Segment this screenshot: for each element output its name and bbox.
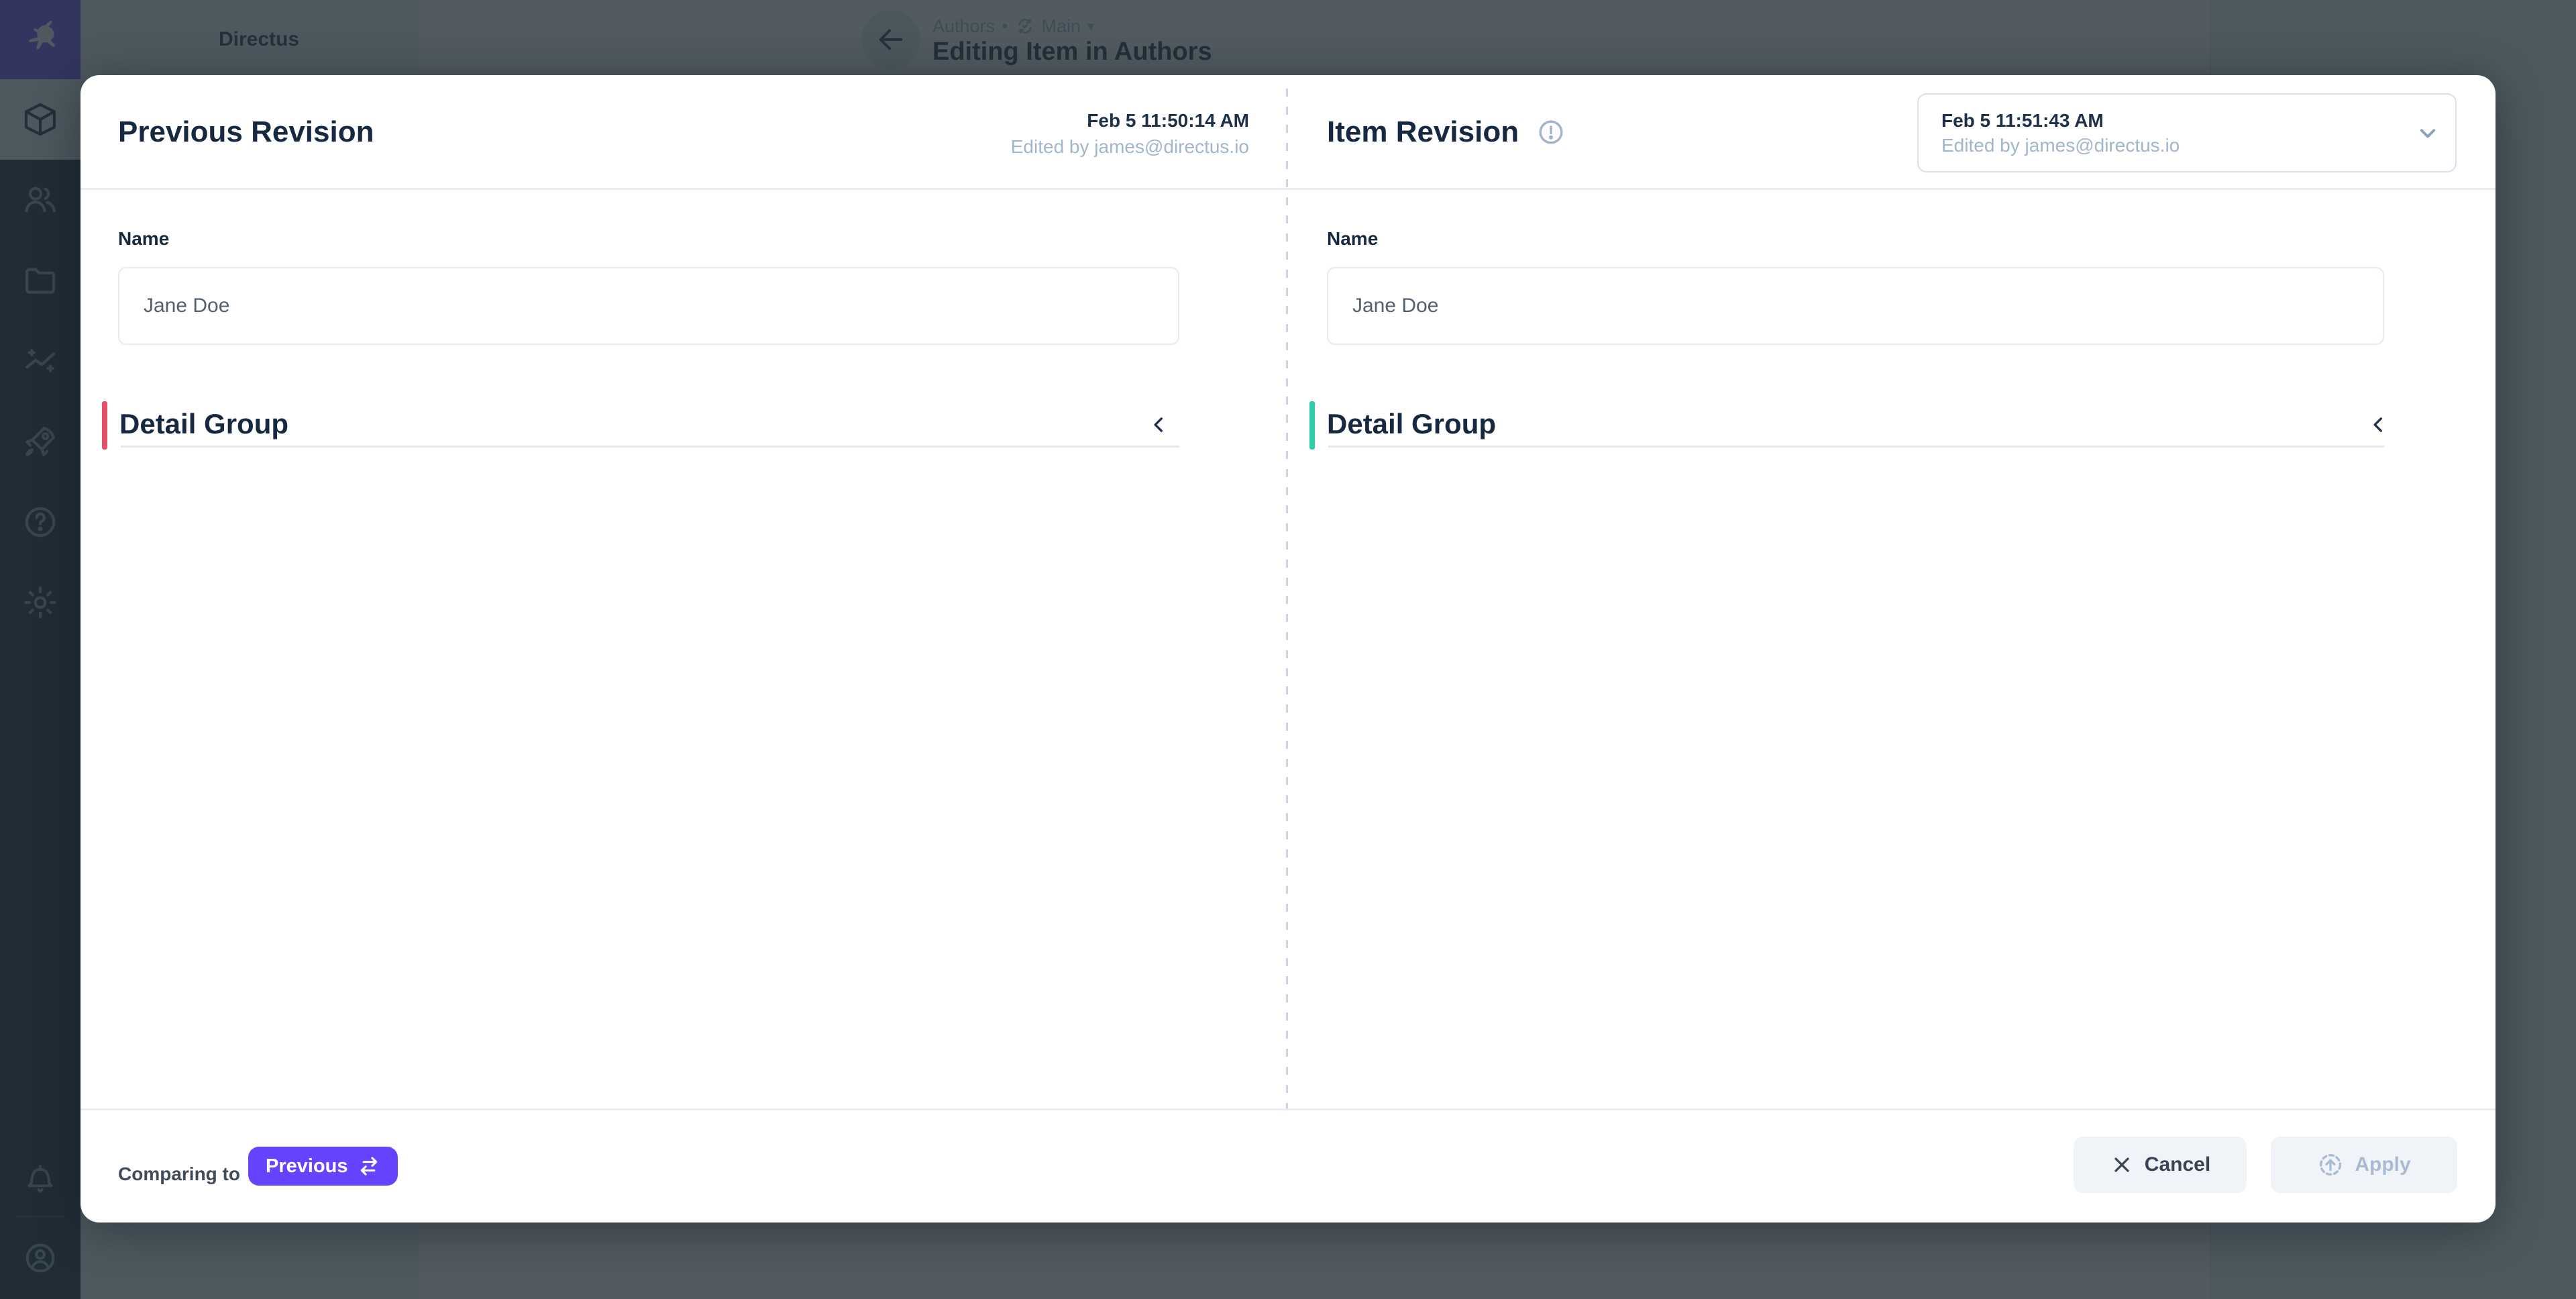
revision-select-edited-by: Edited by james@directus.io	[1941, 134, 2455, 158]
group-divider	[121, 446, 1179, 448]
name-field-label: Name	[118, 228, 169, 250]
group-accent-bar	[102, 401, 107, 450]
name-field-value: Jane Doe	[144, 295, 229, 317]
name-field-label: Name	[1327, 228, 1378, 250]
previous-revision-meta: Feb 5 11:50:14 AM Edited by james@direct…	[684, 107, 1249, 160]
previous-revision-timestamp: Feb 5 11:50:14 AM	[684, 107, 1249, 134]
revision-select[interactable]: Feb 5 11:51:43 AM Edited by james@direct…	[1917, 93, 2457, 172]
previous-revision-title: Previous Revision	[118, 115, 374, 149]
apply-button[interactable]: Apply	[2271, 1137, 2457, 1193]
name-field-input[interactable]: Jane Doe	[1327, 267, 2384, 345]
item-revision-title-row: Item Revision	[1327, 115, 1566, 149]
name-field-input[interactable]: Jane Doe	[118, 267, 1179, 345]
apply-button-label: Apply	[2355, 1153, 2410, 1176]
modal-header-divider	[80, 188, 2496, 190]
item-revision-title: Item Revision	[1327, 115, 1519, 149]
group-accent-bar	[1309, 401, 1315, 450]
group-collapse-chevron-icon[interactable]	[2361, 407, 2396, 442]
cancel-button[interactable]: Cancel	[2074, 1137, 2247, 1193]
group-collapse-chevron-icon[interactable]	[1142, 407, 1177, 442]
select-chevron-down-icon[interactable]	[2392, 97, 2463, 168]
panel-split-divider	[1286, 89, 1288, 1108]
modal-footer-divider	[80, 1108, 2496, 1110]
detail-group-title: Detail Group	[1327, 408, 1496, 440]
previous-revision-edited-by: Edited by james@directus.io	[684, 134, 1249, 160]
comparing-to-label: Comparing to	[118, 1146, 240, 1202]
info-icon	[1536, 117, 1566, 147]
revision-select-timestamp: Feb 5 11:51:43 AM	[1941, 108, 2455, 134]
name-field-value: Jane Doe	[1352, 295, 1438, 317]
apply-upload-icon	[2317, 1151, 2344, 1178]
comparing-to-badge[interactable]: Previous	[248, 1147, 398, 1186]
close-icon	[2110, 1153, 2134, 1177]
comparing-badge-label: Previous	[266, 1155, 348, 1178]
swap-arrows-icon	[358, 1155, 380, 1178]
group-divider	[1328, 446, 2384, 448]
detail-group-title: Detail Group	[119, 408, 288, 440]
revision-compare-modal: Previous Revision Feb 5 11:50:14 AM Edit…	[80, 75, 2496, 1223]
cancel-button-label: Cancel	[2145, 1153, 2210, 1176]
